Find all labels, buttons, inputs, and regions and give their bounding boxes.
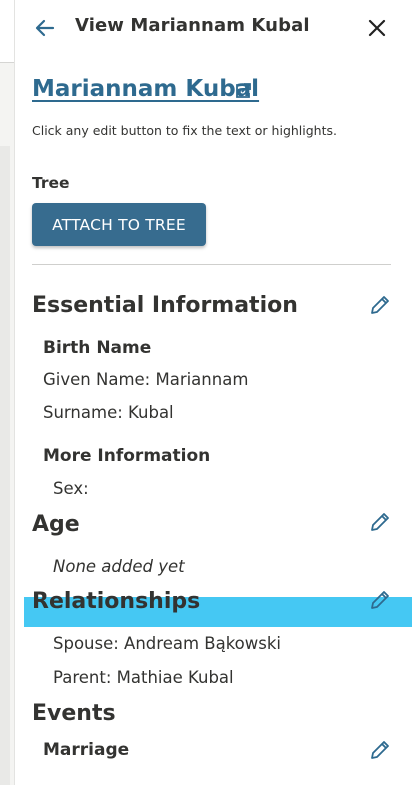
edit-essential-pencil-icon[interactable] [369,294,391,316]
relationships-heading: Relationships [32,589,201,614]
back-arrow-icon[interactable] [33,16,57,40]
external-link-icon[interactable] [234,82,252,100]
given-name-value: Given Name: Mariannam [43,370,249,389]
panel-header: View Mariannam Kubal [15,0,412,56]
person-name-link[interactable]: Mariannam Kubal [32,76,259,102]
edit-relationships-pencil-icon[interactable] [369,589,391,611]
sex-value: Sex: [53,479,89,498]
close-icon[interactable] [365,16,389,40]
record-side-panel: View Mariannam Kubal Mariannam Kubal Cli… [15,0,412,785]
relationship-spouse: Spouse: Andream Bąkowski [53,634,281,653]
age-heading: Age [32,512,80,537]
essential-information-heading: Essential Information [32,293,298,318]
tree-label: Tree [32,174,70,192]
age-empty-value: None added yet [53,557,185,576]
section-divider [32,264,391,265]
panel-title: View Mariannam Kubal [75,15,310,36]
surname-value: Surname: Kubal [43,403,174,422]
edit-marriage-pencil-icon[interactable] [369,739,391,761]
relationship-parent: Parent: Mathiae Kubal [53,668,234,687]
edit-age-pencil-icon[interactable] [369,511,391,533]
birth-name-label: Birth Name [43,338,152,358]
marriage-label: Marriage [43,740,130,760]
attach-to-tree-button[interactable]: ATTACH TO TREE [32,203,206,246]
more-information-label: More Information [43,446,211,466]
events-heading: Events [32,701,116,726]
background-page-strip [0,0,15,785]
edit-hint-text: Click any edit button to fix the text or… [32,123,337,138]
